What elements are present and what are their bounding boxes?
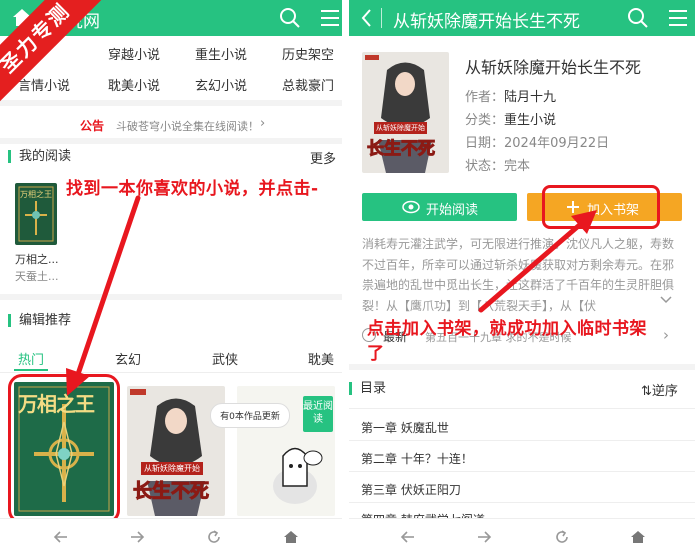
home-icon[interactable] — [282, 528, 300, 546]
divider — [349, 471, 695, 472]
forward-arrow-icon[interactable] — [475, 528, 493, 546]
divider — [349, 408, 695, 409]
chapter-item[interactable]: 第三章 伏妖正阳刀 — [361, 481, 461, 498]
toc-title: 目录 — [349, 382, 386, 395]
chapter-item[interactable]: 第二章 十年？十连！ — [361, 450, 473, 467]
left-phone-screen: 说网 穿越小说 重生小说 历史架空 言情小说 耽美小说 玄幻小说 总裁豪门 公告… — [0, 0, 342, 555]
refresh-icon[interactable] — [553, 528, 571, 546]
refresh-icon[interactable] — [205, 528, 223, 546]
sort-toggle[interactable]: ⇅逆序 — [641, 380, 678, 399]
forward-arrow-icon[interactable] — [128, 528, 146, 546]
divider — [349, 364, 695, 370]
divider — [349, 502, 695, 503]
home-icon[interactable] — [629, 528, 647, 546]
pane-gutter — [342, 0, 349, 555]
back-arrow-icon[interactable] — [52, 528, 70, 546]
browser-bottom-bar — [349, 518, 695, 555]
divider — [349, 440, 695, 441]
annotation-arrow — [66, 195, 141, 396]
back-arrow-icon[interactable] — [399, 528, 417, 546]
chapter-item[interactable]: 第一章 妖魔乱世 — [361, 419, 449, 436]
right-phone-screen: 从斩妖除魔开始长生不死 从斩妖除魔开始 长生不死 从斩妖除魔开始长生不死 作者：… — [349, 0, 695, 555]
browser-bottom-bar — [0, 518, 342, 555]
sort-label: 逆序 — [651, 384, 678, 399]
sort-icon: ⇅ — [641, 384, 652, 399]
